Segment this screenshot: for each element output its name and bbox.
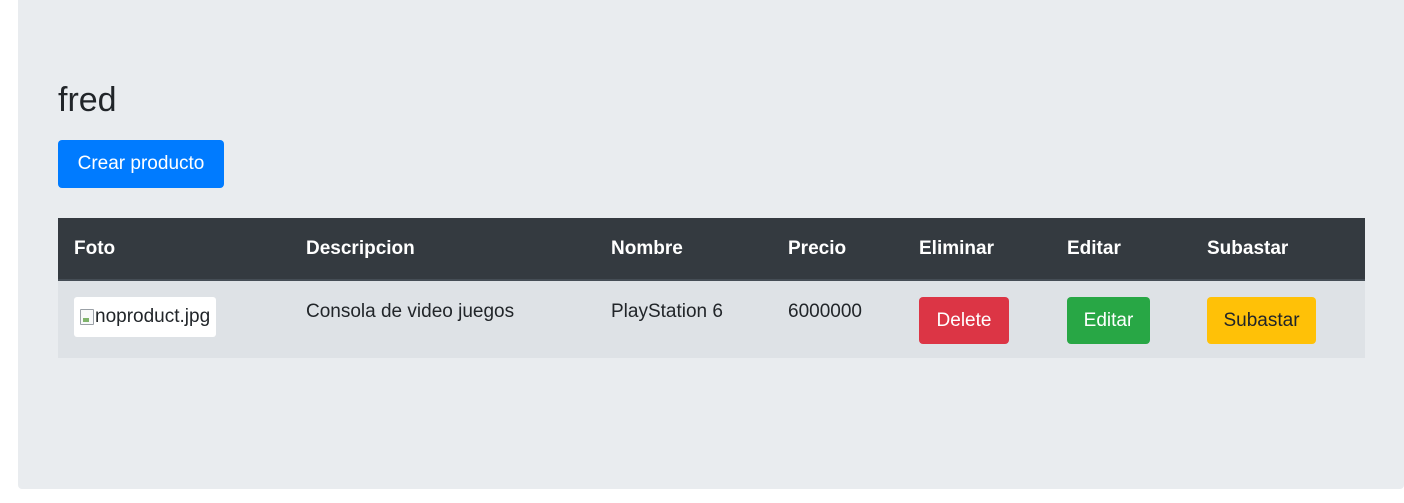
editar-cell: Editar xyxy=(1051,280,1191,358)
delete-button[interactable]: Delete xyxy=(919,297,1009,344)
foto-cell: noproduct.jpg xyxy=(58,280,290,358)
broken-image-icon xyxy=(80,309,94,325)
subastar-cell: Subastar xyxy=(1191,280,1365,358)
column-header-eliminar: Eliminar xyxy=(903,218,1051,281)
edit-button[interactable]: Editar xyxy=(1067,297,1150,344)
table-header: Foto Descripcion Nombre Precio Eliminar … xyxy=(58,218,1365,281)
column-header-nombre: Nombre xyxy=(595,218,772,281)
auction-button[interactable]: Subastar xyxy=(1207,297,1316,344)
nombre-cell: PlayStation 6 xyxy=(611,301,723,322)
descripcion-cell: Consola de video juegos xyxy=(306,301,515,322)
products-table: Foto Descripcion Nombre Precio Eliminar … xyxy=(58,218,1365,358)
product-image: noproduct.jpg xyxy=(74,297,217,337)
precio-cell: 6000000 xyxy=(788,301,862,322)
column-header-subastar: Subastar xyxy=(1191,218,1365,281)
product-image-alt-text: noproduct.jpg xyxy=(95,306,211,327)
column-header-descripcion: Descripcion xyxy=(290,218,595,281)
column-header-editar: Editar xyxy=(1051,218,1191,281)
jumbotron-container: fred Crear producto Foto Descripcion Nom… xyxy=(18,0,1404,489)
table-header-row: Foto Descripcion Nombre Precio Eliminar … xyxy=(58,218,1365,281)
eliminar-cell: Delete xyxy=(903,280,1051,358)
create-product-button[interactable]: Crear producto xyxy=(58,140,224,188)
table-row: noproduct.jpg Consola de video juegos Pl… xyxy=(58,280,1365,358)
page-title: fred xyxy=(58,81,117,119)
column-header-foto: Foto xyxy=(58,218,290,281)
column-header-precio: Precio xyxy=(772,218,903,281)
